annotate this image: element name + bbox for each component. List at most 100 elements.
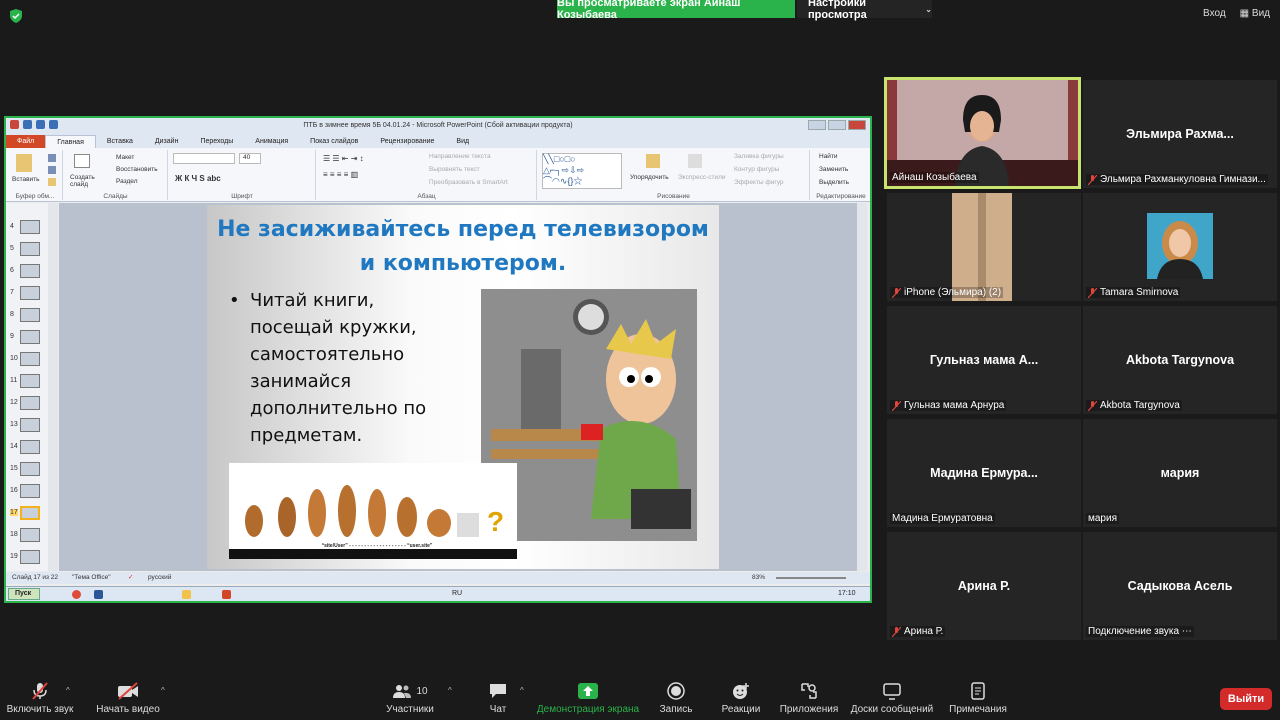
close-button[interactable] bbox=[848, 120, 866, 130]
slide-thumb[interactable]: 19 bbox=[6, 547, 48, 567]
undo-icon[interactable] bbox=[36, 120, 45, 129]
select-button[interactable]: Выделить bbox=[819, 179, 849, 186]
leave-meeting-button[interactable]: Выйти bbox=[1220, 688, 1272, 710]
align-buttons[interactable]: ≡ ≡ ≡ ≡ ▥ bbox=[323, 170, 358, 179]
cut-icon[interactable] bbox=[48, 154, 56, 162]
slide-thumb[interactable]: 15 bbox=[6, 459, 48, 479]
font-family-select[interactable] bbox=[173, 153, 235, 164]
bold-button[interactable]: Ж К Ч S abc bbox=[175, 174, 221, 183]
slide-thumb[interactable]: 4 bbox=[6, 217, 48, 237]
audio-options-caret-icon[interactable]: ^ bbox=[66, 686, 70, 695]
chat-button[interactable]: Чат bbox=[480, 676, 516, 720]
tab-transitions[interactable]: Переходы bbox=[189, 135, 244, 148]
participant-tile[interactable]: мария мария bbox=[1083, 419, 1277, 527]
slide-thumb[interactable]: 18 bbox=[6, 525, 48, 545]
security-shield-icon[interactable] bbox=[10, 9, 22, 23]
minimize-button[interactable] bbox=[808, 120, 826, 130]
canvas-scrollbar[interactable] bbox=[857, 203, 867, 571]
copy-icon[interactable] bbox=[48, 166, 56, 174]
shape-effects-button[interactable]: Эффекты фигур bbox=[734, 179, 784, 186]
align-text-button[interactable]: Выровнять текст bbox=[429, 166, 480, 173]
language-indicator[interactable]: RU bbox=[452, 587, 462, 601]
chrome-icon[interactable] bbox=[72, 590, 81, 599]
slide-thumb[interactable]: 14 bbox=[6, 437, 48, 457]
participant-tile[interactable]: Гульназ мама А... Гульназ мама Арнура bbox=[887, 306, 1081, 414]
slide-thumb-selected[interactable]: 17 bbox=[6, 503, 48, 523]
view-button[interactable]: ▦ Вид bbox=[1240, 8, 1270, 19]
restore-button[interactable]: Восстановить bbox=[116, 166, 158, 173]
arrange-icon[interactable] bbox=[646, 154, 660, 168]
slide-thumb[interactable]: 16 bbox=[6, 481, 48, 501]
enter-fullscreen-button[interactable]: Вход bbox=[1203, 8, 1226, 19]
word-icon[interactable] bbox=[94, 590, 103, 599]
slide[interactable]: Не засиживайтесь перед телевизором и ком… bbox=[207, 205, 719, 569]
tab-view[interactable]: Вид bbox=[445, 135, 480, 148]
tab-animations[interactable]: Анимация bbox=[244, 135, 299, 148]
explorer-icon[interactable] bbox=[182, 590, 191, 599]
participant-tile[interactable]: Арина Р. Арина Р. bbox=[887, 532, 1081, 640]
reactions-button[interactable]: Реакции bbox=[718, 676, 764, 720]
save-icon[interactable] bbox=[23, 120, 32, 129]
slide-thumb[interactable]: 9 bbox=[6, 327, 48, 347]
tab-slideshow[interactable]: Показ слайдов bbox=[299, 135, 369, 148]
start-video-button[interactable]: Начать видео bbox=[94, 676, 162, 720]
slide-thumb[interactable]: 12 bbox=[6, 393, 48, 413]
apps-button[interactable]: Приложения bbox=[778, 676, 840, 720]
shapes-gallery[interactable]: ╲╲□○□○ △⌐┐⇨⇩⇨ ⌒◠∿{}☆ bbox=[542, 153, 622, 189]
slide-thumb[interactable]: 8 bbox=[6, 305, 48, 325]
start-button[interactable]: Пуск bbox=[8, 588, 40, 600]
quick-styles-button[interactable]: Экспресс-стили bbox=[678, 174, 726, 181]
zoom-slider[interactable] bbox=[776, 577, 846, 579]
slide-thumb[interactable]: 13 bbox=[6, 415, 48, 435]
participants-button[interactable]: 10 Участники bbox=[382, 676, 438, 720]
participant-tile[interactable]: Садыкова Асель Подключение звука ⋯ bbox=[1083, 532, 1277, 640]
participant-tile[interactable]: Tamara Smirnova bbox=[1083, 193, 1277, 301]
quick-styles-icon[interactable] bbox=[688, 154, 702, 168]
view-settings-button[interactable]: Настройки просмотра ⌄ bbox=[797, 0, 932, 21]
powerpoint-icon[interactable] bbox=[222, 590, 231, 599]
arrange-button[interactable]: Упорядочить bbox=[630, 174, 669, 181]
participant-tile[interactable]: Мадина Ермура... Мадина Ермуратовна bbox=[887, 419, 1081, 527]
participant-tile-active-speaker[interactable]: Айнаш Козыбаева bbox=[884, 77, 1081, 189]
participant-tile[interactable]: iPhone (Эльмира) (2) bbox=[887, 193, 1081, 301]
participants-options-caret-icon[interactable]: ^ bbox=[448, 686, 452, 695]
tab-file[interactable]: Файл bbox=[6, 135, 46, 148]
text-direction-button[interactable]: Направление текста bbox=[429, 153, 491, 160]
smartart-button[interactable]: Преобразовать в SmartArt bbox=[429, 179, 508, 186]
maximize-button[interactable] bbox=[828, 120, 846, 130]
new-slide-icon[interactable] bbox=[74, 154, 90, 168]
slide-thumb[interactable]: 5 bbox=[6, 239, 48, 259]
video-options-caret-icon[interactable]: ^ bbox=[161, 686, 165, 695]
spellcheck-icon[interactable]: ✓ bbox=[128, 572, 133, 584]
slide-thumb[interactable]: 7 bbox=[6, 283, 48, 303]
slide-thumb[interactable]: 11 bbox=[6, 371, 48, 391]
tab-insert[interactable]: Вставка bbox=[96, 135, 144, 148]
tab-review[interactable]: Рецензирование bbox=[369, 135, 445, 148]
layout-button[interactable]: Макет bbox=[116, 154, 134, 161]
record-button[interactable]: Запись bbox=[656, 676, 696, 720]
shape-outline-button[interactable]: Контур фигуры bbox=[734, 166, 779, 173]
notes-button[interactable]: Примечания bbox=[946, 676, 1010, 720]
font-size-select[interactable]: 40 bbox=[239, 153, 261, 164]
participant-tile[interactable]: Akbota Targynova Akbota Targynova bbox=[1083, 306, 1277, 414]
redo-icon[interactable] bbox=[49, 120, 58, 129]
tab-home[interactable]: Главная bbox=[45, 135, 96, 148]
new-slide-button[interactable]: Создать слайд bbox=[70, 174, 100, 188]
find-button[interactable]: Найти bbox=[819, 153, 838, 160]
unmute-button[interactable]: Включить звук bbox=[4, 676, 76, 720]
tab-design[interactable]: Дизайн bbox=[144, 135, 190, 148]
bullets-button[interactable]: ☰ ☰ ⇤ ⇥ ↕ bbox=[323, 154, 364, 163]
format-painter-icon[interactable] bbox=[48, 178, 56, 186]
chat-options-caret-icon[interactable]: ^ bbox=[520, 686, 524, 695]
paste-button[interactable]: Вставить bbox=[12, 176, 40, 183]
whiteboards-button[interactable]: Доски сообщений bbox=[848, 676, 936, 720]
section-button[interactable]: Раздел bbox=[116, 178, 137, 185]
replace-button[interactable]: Заменить bbox=[819, 166, 848, 173]
slide-thumb[interactable]: 10 bbox=[6, 349, 48, 369]
participant-tile[interactable]: Эльмира Рахма... Эльмира Рахманкуловна Г… bbox=[1083, 80, 1277, 188]
paste-icon[interactable] bbox=[16, 154, 32, 172]
slide-thumb[interactable]: 6 bbox=[6, 261, 48, 281]
share-screen-button[interactable]: Демонстрация экрана bbox=[536, 676, 640, 720]
thumbs-scrollbar[interactable] bbox=[48, 203, 58, 571]
shape-fill-button[interactable]: Заливка фигуры bbox=[734, 153, 784, 160]
